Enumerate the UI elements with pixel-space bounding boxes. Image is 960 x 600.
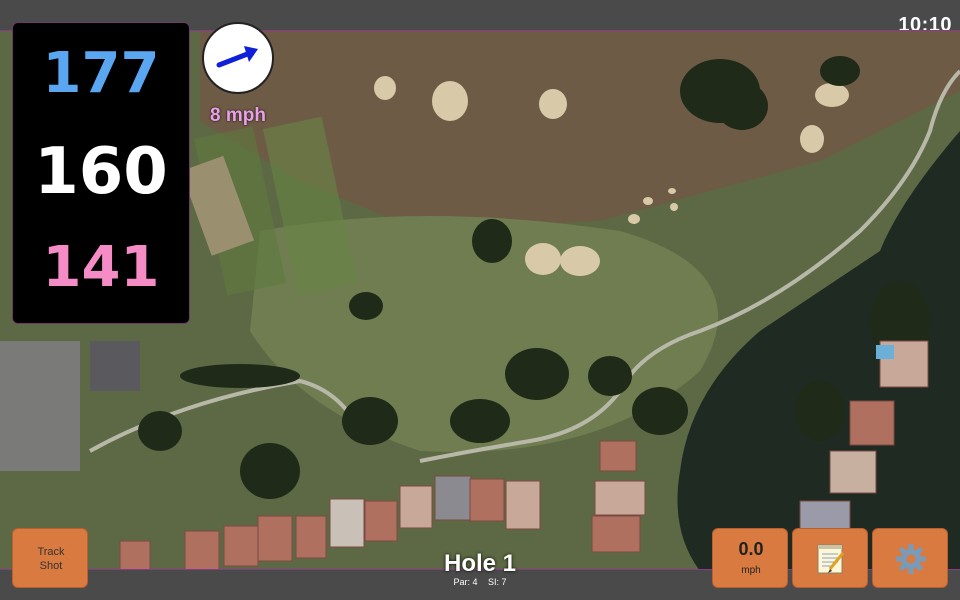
hole-par: Par: 4 — [453, 577, 478, 587]
hole-info: Par: 4 SI: 7 — [380, 577, 580, 587]
settings-button[interactable] — [872, 528, 948, 588]
distance-panel: 177 160 141 — [12, 22, 190, 324]
wind-speed-value: 0.0 — [738, 539, 764, 559]
notepad-icon — [817, 544, 845, 574]
track-shot-line1: Track — [37, 546, 65, 558]
track-shot-line2: Shot — [39, 560, 63, 572]
notes-button[interactable] — [792, 528, 868, 588]
hole-title: Hole 1 — [443, 550, 517, 577]
arrow-right-icon — [216, 46, 258, 68]
wind-speed-unit: mph — [741, 565, 761, 576]
wind-speed-button[interactable]: 0.0 mph — [712, 528, 788, 588]
track-shot-button[interactable]: Track Shot — [12, 528, 88, 588]
wind-speed-label: 8 mph — [210, 105, 266, 126]
track-shot-label: Track Shot — [13, 545, 89, 573]
wind-direction-indicator — [202, 22, 274, 94]
hole-stroke-index: SI: 7 — [488, 577, 507, 587]
center-distance: 160 — [34, 135, 168, 209]
front-distance: 141 — [42, 235, 160, 300]
gear-icon — [896, 544, 926, 574]
back-distance: 177 — [42, 41, 160, 106]
